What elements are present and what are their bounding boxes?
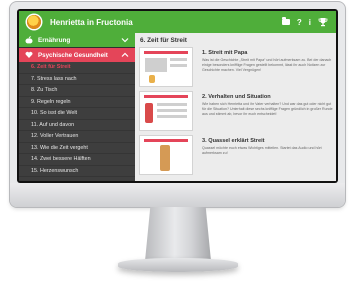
sidebar-item-voller-vertrauen[interactable]: 12. Voller Vertrauen — [19, 131, 135, 143]
folder-icon[interactable] — [281, 17, 290, 25]
thumbnail-figure — [160, 145, 170, 171]
category-psych-health[interactable]: Psychische Gesundheit — [19, 48, 135, 62]
lesson-title: 3. Quassel erklärt Streit — [202, 138, 265, 144]
section-title: 6. Zeit für Streit — [140, 37, 187, 44]
lesson-title: 1. Streit mit Papa — [202, 50, 248, 56]
sidebar-item-zu-tisch[interactable]: 8. Zu Tisch — [19, 85, 135, 97]
lesson-description: Was ist die Geschichte „Streit mit Papa“… — [202, 58, 332, 73]
category-psych-label: Psychische Gesundheit — [38, 51, 108, 59]
thumbnail-figure — [149, 75, 155, 83]
lesson-thumbnail[interactable] — [139, 47, 193, 87]
thumbnail-text-line — [170, 64, 187, 67]
thumbnail-header-bar — [144, 139, 188, 142]
trophy-icon[interactable] — [318, 17, 328, 27]
sidebar-item-zwei-bessere-haelften[interactable]: 14. Zwei bessere Hälften — [19, 154, 135, 166]
monitor-chin — [10, 183, 345, 207]
lesson-title: 2. Verhalten und Situation — [202, 94, 271, 100]
thumbnail-text-line — [170, 58, 187, 61]
thumbnail-text-line — [157, 103, 187, 106]
lesson-text: 2. Verhalten und Situation Wie haben sic… — [202, 91, 333, 131]
sidebar-item-so-isst-die-welt[interactable]: 10. So isst die Welt — [19, 108, 135, 120]
apple-icon — [25, 36, 33, 44]
lesson-description: Wie haben sich Henrietta und ihr Vater v… — [202, 102, 333, 117]
chevron-up-icon — [121, 52, 129, 58]
header-icons: ? i — [281, 17, 328, 27]
sidebar-item-herzenswunsch[interactable]: 15. Herzenswunsch — [19, 166, 135, 177]
sidebar-item-stress-lass-nach[interactable]: 7. Stress lass nach — [19, 74, 135, 85]
sidebar: Ernährung Psychische Gesundheit 6. Zeit … — [19, 33, 135, 181]
heart-icon — [25, 51, 33, 59]
lesson-description: Quassel möchte euch etwas Wichtiges mitt… — [202, 146, 322, 156]
thumbnail-image-block — [145, 58, 167, 72]
monitor-stand — [145, 207, 211, 261]
lesson-text: 1. Streit mit Papa Was ist die Geschicht… — [202, 47, 333, 87]
thumbnail-text-line — [157, 115, 187, 118]
lesson-card[interactable]: 3. Quassel erklärt Streit Quassel möchte… — [139, 135, 333, 175]
app-screen: Henrietta in Fructonia ? i Ernährung Psy… — [19, 11, 336, 181]
help-button[interactable]: ? — [297, 18, 302, 27]
info-button[interactable]: i — [309, 18, 311, 27]
thumbnail-figure — [145, 103, 153, 123]
lesson-card[interactable]: 2. Verhalten und Situation Wie haben sic… — [139, 91, 333, 131]
sidebar-item-regeln-regeln[interactable]: 9. Regeln regeln — [19, 97, 135, 108]
lesson-card[interactable]: 1. Streit mit Papa Was ist die Geschicht… — [139, 47, 333, 87]
chevron-down-icon — [121, 37, 129, 43]
sidebar-item-zeit-fuer-streit[interactable]: 6. Zeit für Streit — [19, 62, 135, 74]
app-header: Henrietta in Fructonia ? i — [19, 11, 336, 33]
lesson-thumbnail[interactable] — [139, 135, 193, 175]
monitor: Henrietta in Fructonia ? i Ernährung Psy… — [10, 2, 345, 207]
sidebar-item-auf-und-davon[interactable]: 11. Auf und davon — [19, 120, 135, 131]
lesson-nav-list: 6. Zeit für Streit 7. Stress lass nach 8… — [19, 62, 135, 177]
sidebar-item-wie-die-zeit-vergeht[interactable]: 13. Wie die Zeit vergeht — [19, 143, 135, 154]
app-logo-icon[interactable] — [27, 15, 41, 29]
category-nutrition[interactable]: Ernährung — [19, 33, 135, 48]
thumbnail-header-bar — [144, 51, 188, 54]
category-nutrition-label: Ernährung — [38, 36, 71, 44]
lesson-thumbnail[interactable] — [139, 91, 193, 131]
monitor-bezel: Henrietta in Fructonia ? i Ernährung Psy… — [17, 9, 338, 183]
content-panel: 6. Zeit für Streit 1. Streit mit Papa Wa… — [135, 33, 336, 181]
thumbnail-text-line — [157, 109, 187, 112]
thumbnail-header-bar — [144, 95, 188, 98]
monitor-stand-base — [118, 258, 238, 272]
lesson-text: 3. Quassel erklärt Streit Quassel möchte… — [202, 135, 333, 175]
app-title: Henrietta in Fructonia — [50, 17, 133, 27]
